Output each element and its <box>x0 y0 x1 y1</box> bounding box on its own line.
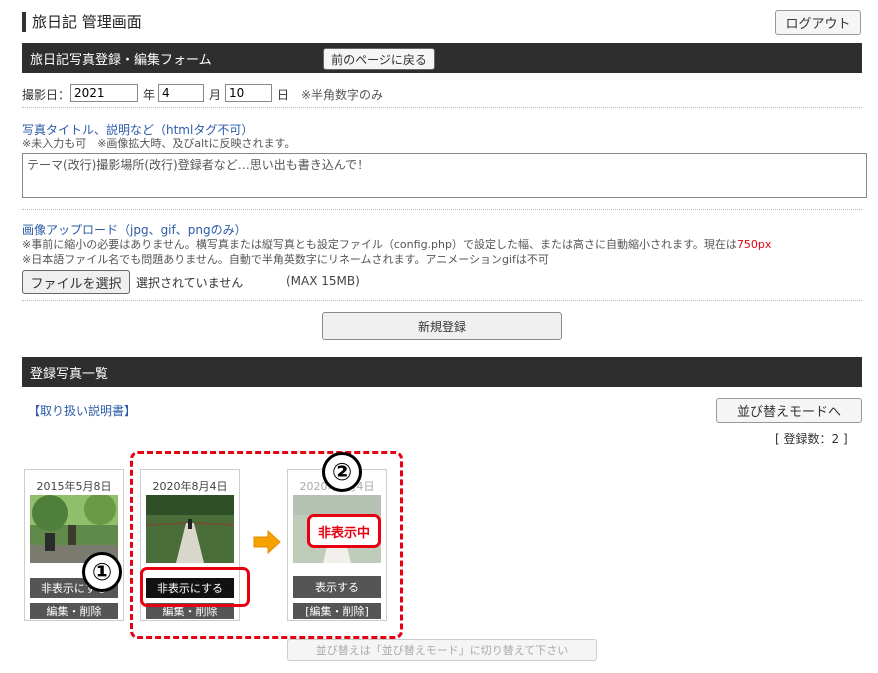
register-button[interactable]: 新規登録 <box>322 312 562 340</box>
list-section-title: 登録写真一覧 <box>30 366 109 382</box>
annotation-marker-2: ② <box>322 452 362 492</box>
date-label: 撮影日： <box>22 88 71 102</box>
logout-button[interactable]: ログアウト <box>775 10 861 35</box>
day-unit: 日 <box>277 88 290 102</box>
upload-note-1-text: ※事前に縮小の必要はありません。横写真または縦写真とも設定ファイル（config… <box>22 238 737 251</box>
page-title: 旅日記 管理画面 <box>32 13 142 31</box>
photo-count: [ 登録数：2 ] <box>775 432 848 446</box>
list-section-header: 登録写真一覧 <box>22 357 862 387</box>
title-note: ※未入力も可 ※画像拡大時、及びaltに反映されます。 <box>22 137 296 150</box>
upload-note-2: ※日本語ファイル名でも問題ありません。自動で半角英数字にリネームされます。アニメ… <box>22 253 549 266</box>
upload-note-1: ※事前に縮小の必要はありません。横写真または縦写真とも設定ファイル（config… <box>22 238 771 252</box>
title-textarea[interactable]: テーマ(改行)撮影場所(改行)登録者など…思い出も書き込んで！ <box>22 153 867 198</box>
sort-mode-button[interactable]: 並び替えモードへ <box>716 398 862 423</box>
file-select-button[interactable]: ファイルを選択 <box>22 270 130 294</box>
year-input[interactable]: 2021 <box>70 84 138 102</box>
title-placeholder: テーマ(改行)撮影場所(改行)登録者など…思い出も書き込んで！ <box>27 158 370 172</box>
month-unit: 月 <box>209 88 222 102</box>
photo-card: 2015年5月8日 非表示にする 編集・削除 <box>24 469 124 621</box>
form-section-title: 旅日記写真登録・編集フォーム <box>30 52 212 68</box>
file-status: 選択されていません <box>136 276 244 290</box>
annotation-marker-1: ① <box>82 552 122 592</box>
year-unit: 年 <box>143 88 156 102</box>
upload-size-value: 750px <box>736 238 772 251</box>
divider <box>22 209 862 210</box>
month-input[interactable]: 4 <box>158 84 204 102</box>
annotation-highlight-box <box>140 567 250 607</box>
divider <box>22 300 862 301</box>
form-section-header: 旅日記写真登録・編集フォーム <box>22 43 862 73</box>
max-size-note: (MAX 15MB) <box>286 274 360 288</box>
divider <box>22 107 862 108</box>
back-button[interactable]: 前のページに戻る <box>323 48 435 70</box>
sort-note: 並び替えは「並び替えモード」に切り替えて下さい <box>287 639 597 661</box>
photo-date: 2015年5月8日 <box>36 480 112 493</box>
upload-label: 画像アップロード（jpg、gif、pngのみ） <box>22 223 247 237</box>
title-label: 写真タイトル、説明など（htmlタグ不可） <box>22 123 254 137</box>
manual-link[interactable]: 【取り扱い説明書】 <box>28 402 136 419</box>
day-input[interactable]: 10 <box>225 84 272 102</box>
arrow-right-icon <box>253 529 281 555</box>
title-accent-bar <box>22 12 26 32</box>
edit-delete-button[interactable]: 編集・削除 <box>30 603 118 619</box>
date-note: ※半角数字のみ <box>301 88 384 102</box>
